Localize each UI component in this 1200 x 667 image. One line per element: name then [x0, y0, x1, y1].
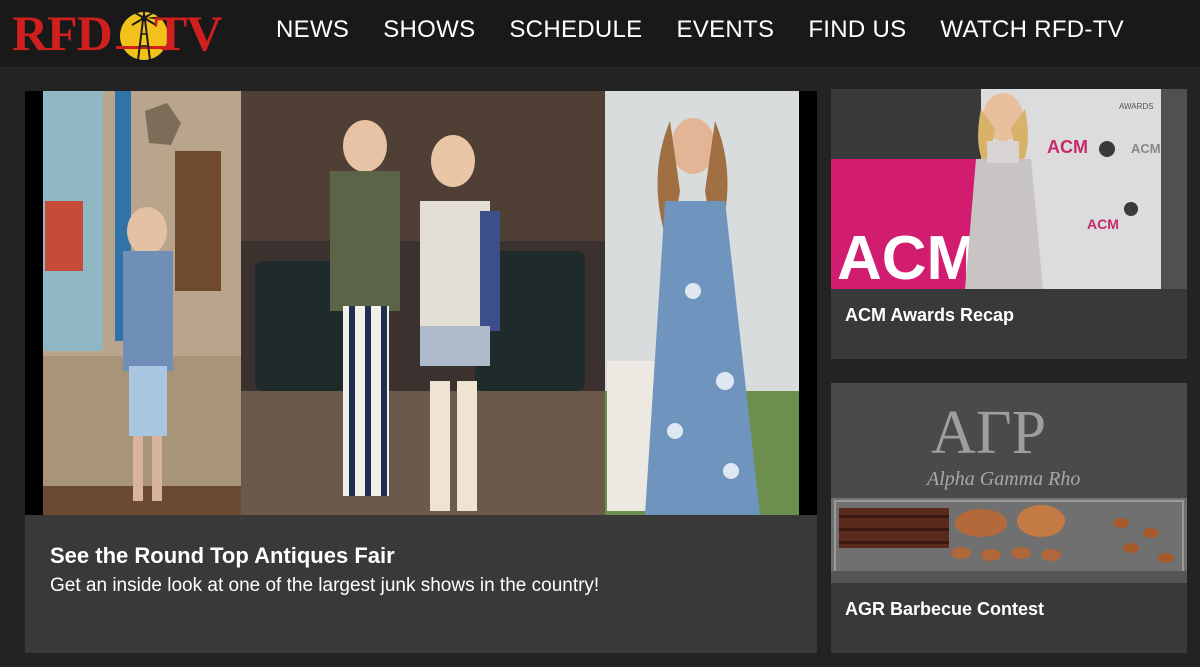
featured-story-subtitle: Get an inside look at one of the largest…	[50, 575, 600, 596]
rfd-tv-logo[interactable]: RFD TV	[12, 2, 252, 62]
acm-backdrop-text: ACM	[837, 224, 978, 289]
featured-story-title[interactable]: See the Round Top Antiques Fair	[50, 543, 599, 569]
side-story-card-acm[interactable]: ACM ACM ACM ACM AWARDS ACM Awards Recap	[831, 89, 1187, 359]
nav-schedule[interactable]: SCHEDULE	[509, 16, 642, 44]
acm-logo-text-1: ACM	[1047, 137, 1088, 157]
nav-watch-rfd-tv[interactable]: WATCH RFD-TV	[940, 16, 1124, 44]
featured-story-image[interactable]	[25, 91, 817, 515]
side-story-title-agr[interactable]: AGR Barbecue Contest	[845, 599, 1044, 620]
nav-events[interactable]: EVENTS	[676, 16, 774, 44]
featured-story-card[interactable]: See the Round Top Antiques Fair Get an i…	[25, 91, 817, 653]
main-nav: NEWS SHOWS SCHEDULE EVENTS FIND US WATCH…	[276, 0, 1124, 60]
nav-find-us[interactable]: FIND US	[808, 16, 906, 44]
nav-news[interactable]: NEWS	[276, 16, 349, 44]
acm-logo-text-3: ACM	[1087, 216, 1119, 232]
side-story-card-agr[interactable]: ΑΓΡ Alpha Gamma Rho AGR Barbecue Contest	[831, 383, 1187, 653]
agr-barbecue-image[interactable]: ΑΓΡ Alpha Gamma Rho	[831, 383, 1187, 583]
featured-story-caption: See the Round Top Antiques Fair Get an i…	[50, 543, 599, 597]
logo-text-tv: TV	[154, 5, 222, 61]
side-story-title-acm[interactable]: ACM Awards Recap	[845, 305, 1014, 326]
logo-text-rfd: RFD	[12, 5, 113, 61]
acm-awards-small-text: AWARDS	[1119, 102, 1154, 111]
agr-greek-letters: ΑΓΡ	[931, 399, 1046, 467]
acm-awards-image[interactable]: ACM ACM ACM ACM AWARDS	[831, 89, 1187, 289]
agr-name-text: Alpha Gamma Rho	[925, 468, 1080, 490]
nav-shows[interactable]: SHOWS	[383, 16, 475, 44]
acm-logo-text-2: ACM	[1131, 141, 1161, 156]
site-header: RFD TV NEWS SHOWS SCHEDULE EVENTS FIND U…	[0, 0, 1200, 68]
